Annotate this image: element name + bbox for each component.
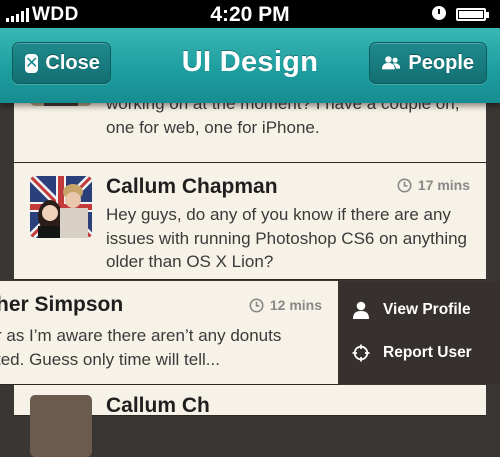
clock-icon <box>397 178 412 192</box>
message-timestamp: 12 mins <box>249 297 322 313</box>
people-button[interactable]: People <box>369 42 487 84</box>
message-author[interactable]: Callum Ch <box>106 394 210 418</box>
message-item[interactable]: Callum Ch <box>14 385 486 457</box>
message-time-label: 12 mins <box>269 297 322 313</box>
view-profile-button[interactable]: View Profile <box>352 301 471 319</box>
status-time: 4:20 PM <box>210 3 290 26</box>
view-profile-label: View Profile <box>383 301 471 318</box>
message-text: Hey guys, do any of you know if there ar… <box>106 205 468 271</box>
message-text: r as I’m aware there aren’t any donuts t… <box>0 324 326 371</box>
report-user-button[interactable]: Report User <box>352 344 472 362</box>
avatar[interactable] <box>30 395 92 457</box>
battery-icon <box>456 8 486 21</box>
battery-tip <box>486 12 489 18</box>
crosshair-icon <box>352 344 370 362</box>
message-item-swiped[interactable]: her Simpson 12 mins r as I’m aware there… <box>0 281 338 384</box>
nav-bar: ✕ Close UI Design People <box>0 28 500 103</box>
status-bar: WDD 4:20 PM <box>0 0 500 28</box>
message-text-line: ted. Guess only time will tell... <box>0 349 220 369</box>
avatar[interactable] <box>30 176 92 238</box>
message-text-line: r as I’m aware there aren’t any donuts <box>0 326 282 345</box>
report-user-label: Report User <box>383 344 472 361</box>
message-timestamp: 17 mins <box>397 177 470 193</box>
message-time-label: 17 mins <box>417 177 470 193</box>
people-icon <box>382 56 401 70</box>
people-button-label: People <box>408 51 474 74</box>
clock-icon <box>249 298 264 312</box>
message-author[interactable]: Callum Chapman <box>106 175 278 199</box>
swipe-action-panel: View Profile Report User <box>338 281 500 384</box>
alarm-icon <box>432 6 446 20</box>
user-icon <box>353 301 369 319</box>
message-author[interactable]: her Simpson <box>0 293 123 317</box>
message-item[interactable]: Callum Chapman 17 mins Hey guys, do any … <box>14 163 486 279</box>
